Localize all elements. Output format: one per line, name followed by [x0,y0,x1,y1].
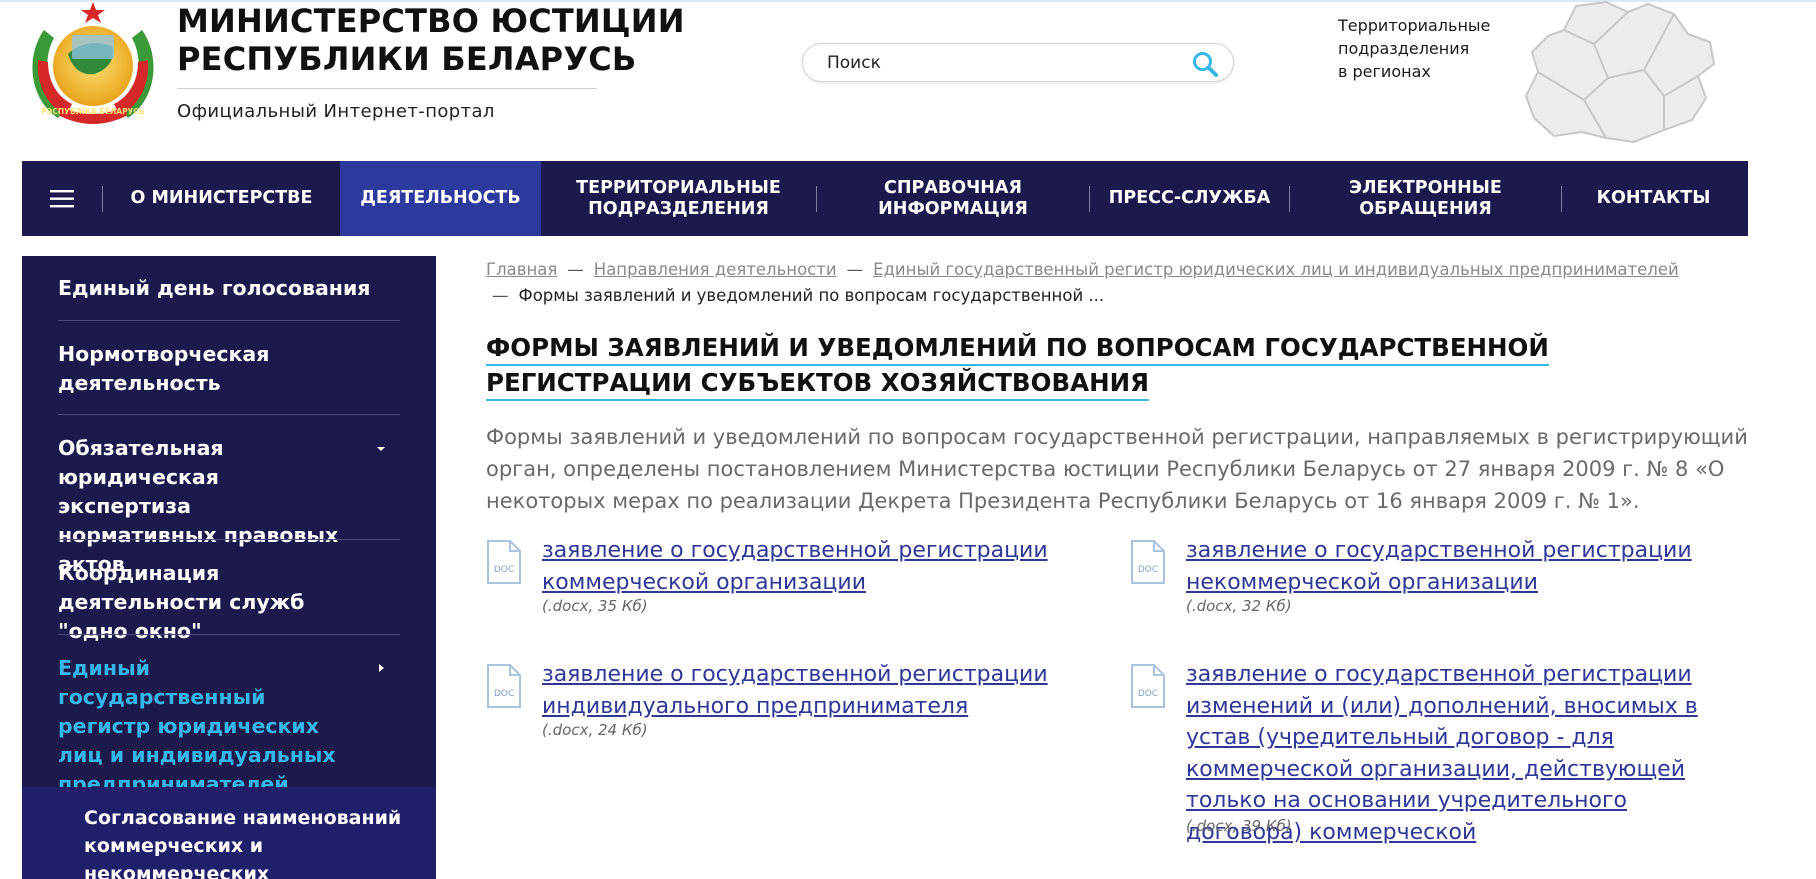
sidebar-divider [58,320,400,321]
file-meta: (.docx, 39 Кб) [1186,817,1292,835]
nav-label: ТЕРРИТОРИАЛЬНЫЕ ПОДРАЗДЕЛЕНИЯ [576,177,781,219]
sidebar-item-voting-day[interactable]: Единый день голосования [58,274,400,303]
nav-label: О МИНИСТЕРСТВЕ [130,188,313,208]
chevron-right-icon[interactable] [374,663,388,673]
breadcrumb-separator: — [846,260,864,279]
breadcrumb-separator: — [492,286,509,305]
site-title-line1: МИНИСТЕРСТВО ЮСТИЦИИ [177,2,685,40]
svg-text:DOC: DOC [1138,565,1158,575]
breadcrumb-register[interactable]: Единый государственный регистр юридическ… [873,260,1679,279]
belarus-map-icon[interactable] [1524,0,1734,148]
sidebar-divider [58,414,400,415]
sidebar-item-legal-expertise[interactable]: Обязательная юридическая экспертиза норм… [58,434,348,579]
svg-text:DOC: DOC [494,565,514,575]
state-emblem-logo[interactable]: РЭСПУБЛІКА БЕЛАРУСЬ [22,0,164,130]
breadcrumb-home[interactable]: Главная [486,260,557,279]
main-nav: О МИНИСТЕРСТВЕ ДЕЯТЕЛЬНОСТЬ ТЕРРИТОРИАЛЬ… [22,161,1748,236]
file-link[interactable]: заявление о государственной регистрации … [1186,535,1746,598]
nav-label: ДЕЯТЕЛЬНОСТЬ [360,188,521,208]
svg-text:DOC: DOC [494,689,514,699]
nav-label: СПРАВОЧНАЯ ИНФОРМАЦИЯ [878,177,1028,219]
sidebar-item-one-window[interactable]: Координация деятельности служб "одно окн… [58,559,358,646]
intro-text: Формы заявлений и уведомлений по вопроса… [486,425,1748,513]
sidebar-divider [58,634,400,635]
regions-line2: подразделения [1338,39,1470,58]
nav-label: ЭЛЕКТРОННЫЕ ОБРАЩЕНИЯ [1349,177,1502,219]
site-subtitle: Официальный Интернет-портал [177,101,495,122]
nav-item-press[interactable]: ПРЕСС-СЛУЖБА [1090,161,1289,236]
nav-item-contacts[interactable]: КОНТАКТЫ [1562,161,1745,236]
doc-file-icon[interactable]: DOC [1130,663,1166,709]
search-box [802,43,1234,82]
sidebar-item-lawmaking[interactable]: Нормотворческая деятельность [58,340,288,398]
nav-label: ПРЕСС-СЛУЖБА [1108,188,1271,208]
breadcrumb-current: Формы заявлений и уведомлений по вопроса… [518,286,1105,305]
nav-item-appeals[interactable]: ЭЛЕКТРОННЫЕ ОБРАЩЕНИЯ [1290,161,1561,236]
hamburger-icon [50,189,74,207]
nav-label: КОНТАКТЫ [1596,188,1711,208]
sidebar-subitem-name-approval[interactable]: Согласование наименований коммерческих и… [84,804,414,879]
site-title-line2: РЕСПУБЛИКИ БЕЛАРУСЬ [177,40,637,78]
site-title[interactable]: МИНИСТЕРСТВО ЮСТИЦИИ РЕСПУБЛИКИ БЕЛАРУСЬ [177,2,685,78]
svg-text:РЭСПУБЛІКА БЕЛАРУСЬ: РЭСПУБЛІКА БЕЛАРУСЬ [41,107,145,116]
nav-item-territorial[interactable]: ТЕРРИТОРИАЛЬНЫЕ ПОДРАЗДЕЛЕНИЯ [541,161,816,236]
file-link[interactable]: заявление о государственной регистрации … [542,535,1102,598]
regions-link[interactable]: Территориальные подразделения в регионах [1338,14,1490,83]
svg-text:DOC: DOC [1138,689,1158,699]
nav-item-reference[interactable]: СПРАВОЧНАЯ ИНФОРМАЦИЯ [817,161,1089,236]
file-link[interactable]: заявление о государственной регистрации … [542,659,1102,722]
sidebar-divider [58,539,400,540]
nav-item-ministry[interactable]: О МИНИСТЕРСТВЕ [103,161,340,236]
regions-line1: Территориальные [1338,16,1491,35]
regions-line3: в регионах [1338,62,1431,81]
sidebar-submenu: Согласование наименований коммерческих и… [22,787,436,879]
chevron-down-icon[interactable] [374,444,388,454]
search-input[interactable] [827,52,1157,74]
sidebar-item-state-register[interactable]: Единый государственный регистр юридическ… [58,654,348,799]
menu-button[interactable] [22,161,102,236]
file-meta: (.docx, 32 Кб) [1186,597,1292,615]
doc-file-icon[interactable]: DOC [486,539,522,585]
doc-file-icon[interactable]: DOC [1130,539,1166,585]
file-meta: (.docx, 24 Кб) [542,721,648,739]
file-meta: (.docx, 35 Кб) [542,597,648,615]
breadcrumb-separator: — [567,260,584,279]
nav-item-activity[interactable]: ДЕЯТЕЛЬНОСТЬ [340,161,541,236]
sidebar: Единый день голосования Нормотворческая … [22,256,436,879]
doc-file-icon[interactable]: DOC [486,663,522,709]
title-divider [177,88,597,89]
search-icon[interactable] [1191,50,1219,78]
breadcrumb-activity[interactable]: Направления деятельности [594,260,837,279]
page-title: ФОРМЫ ЗАЯВЛЕНИЙ И УВЕДОМЛЕНИЙ ПО ВОПРОСА… [486,330,1746,401]
